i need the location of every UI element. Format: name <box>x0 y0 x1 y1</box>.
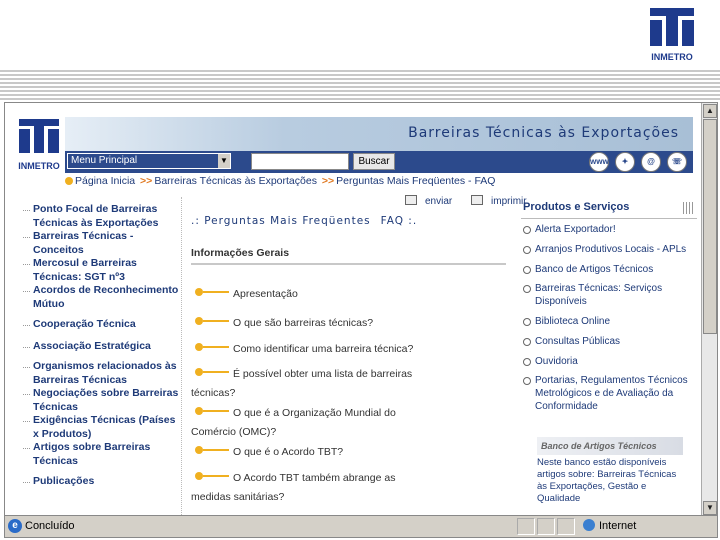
left-nav: Ponto Focal de Barreiras Técnicas às Exp… <box>23 203 183 489</box>
column-divider <box>181 197 182 516</box>
banner-title: Barreiras Técnicas às Exportações <box>408 125 679 141</box>
bullet-icon <box>195 407 231 415</box>
faq-item[interactable]: É possível obter uma lista de barreiras … <box>191 365 431 403</box>
bullet-icon <box>195 472 231 480</box>
faq-item[interactable]: Como identificar uma barreira técnica? <box>191 340 431 359</box>
products-item[interactable]: Consultas Públicas <box>521 335 697 348</box>
scroll-thumb[interactable] <box>703 119 717 334</box>
scroll-up-icon[interactable]: ▲ <box>703 104 717 118</box>
breadcrumb: Página Inicia >> Barreiras Técnicas às Ex… <box>65 175 495 187</box>
search-button[interactable]: Buscar <box>353 153 395 170</box>
faq-item[interactable]: Apresentação <box>191 285 431 304</box>
vertical-scrollbar[interactable]: ▲ ▼ <box>701 103 717 516</box>
site-logo[interactable]: INMETRO <box>15 117 63 173</box>
browser-window: INMETRO Barreiras Técnicas às Exportaçõe… <box>4 102 718 538</box>
breadcrumb-separator: >> <box>140 175 153 187</box>
status-pane <box>517 518 535 535</box>
breadcrumb-separator: >> <box>321 175 335 187</box>
scroll-down-icon[interactable]: ▼ <box>703 501 717 515</box>
breadcrumb-section[interactable]: Barreiras Técnicas às Exportações <box>154 175 317 187</box>
faq-item[interactable]: O Acordo TBT também abrange as medidas s… <box>191 469 431 507</box>
status-pane <box>557 518 575 535</box>
leftnav-item-acordos[interactable]: Acordos de Reconhecimento Mútuo <box>23 284 183 311</box>
status-text: Concluído <box>25 520 75 532</box>
slide-stripes <box>0 70 720 100</box>
bullet-icon <box>195 446 231 454</box>
leftnav-item-publicacoes[interactable]: Publicações <box>23 475 183 489</box>
products-heading-label: Produtos e Serviços <box>523 201 630 213</box>
web-page: INMETRO Barreiras Técnicas às Exportaçõe… <box>5 103 703 516</box>
breadcrumb-current: Perguntas Mais Freqüentes - FAQ <box>336 175 496 187</box>
section-heading: Informações Gerais <box>191 247 506 265</box>
printer-icon <box>471 195 484 205</box>
status-pane <box>537 518 555 535</box>
leftnav-item-negociacoes[interactable]: Negociações sobre Barreiras Técnicas <box>23 387 183 414</box>
leftnav-item-conceitos[interactable]: Barreiras Técnicas - Conceitos <box>23 230 183 257</box>
svg-text:INMETRO: INMETRO <box>651 52 693 62</box>
faq-item-label: Como identificar uma barreira técnica? <box>233 343 414 355</box>
faq-title: .: Perguntas Mais Freqüentes <box>191 215 371 227</box>
bank-articles-text: Neste banco estão disponíveis artigos so… <box>537 457 677 504</box>
bullet-icon <box>195 368 231 376</box>
products-panel: Produtos e Serviços Alerta Exportador! A… <box>521 199 697 413</box>
security-zone: Internet <box>583 519 636 532</box>
compass-icon[interactable]: ✦ <box>615 152 635 172</box>
send-link[interactable]: enviar <box>405 195 460 207</box>
leftnav-item-ponto-focal[interactable]: Ponto Focal de Barreiras Técnicas às Exp… <box>23 203 183 230</box>
faq-title-suffix: FAQ :. <box>380 215 418 227</box>
zone-label: Internet <box>599 520 637 532</box>
leftnav-item-exigencias[interactable]: Exigências Técnicas (Países x Produtos) <box>23 414 183 441</box>
envelope-icon <box>405 195 417 205</box>
send-label: enviar <box>425 196 453 207</box>
grid-icon <box>683 202 695 214</box>
products-item[interactable]: Arranjos Produtivos Locais - APLs <box>521 243 697 256</box>
faq-heading: .: Perguntas Mais Freqüentes FAQ :. <box>191 215 506 227</box>
leftnav-item-organismos[interactable]: Organismos relacionados às Barreiras Téc… <box>23 360 183 387</box>
products-heading: Produtos e Serviços <box>521 199 697 219</box>
phone-icon[interactable]: ☏ <box>667 152 687 172</box>
site-banner: Barreiras Técnicas às Exportações <box>65 117 693 151</box>
www-icon[interactable]: www <box>589 152 609 172</box>
home-dot-icon <box>65 177 73 185</box>
products-item[interactable]: Biblioteca Online <box>521 315 697 328</box>
products-item[interactable]: Portarias, Regulamentos Técnicos Metroló… <box>521 374 697 413</box>
breadcrumb-home[interactable]: Página Inicia <box>75 175 135 187</box>
faq-item[interactable]: O que são barreiras técnicas? <box>191 314 431 333</box>
products-item[interactable]: Banco de Artigos Técnicos <box>521 263 697 276</box>
bank-articles-title: Banco de Artigos Técnicos <box>541 441 657 451</box>
faq-item-label: O que é o Acordo TBT? <box>233 446 344 458</box>
products-item[interactable]: Barreiras Técnicas: Serviços Disponíveis <box>521 282 697 308</box>
slide-header <box>0 0 720 70</box>
faq-item-label: O que são barreiras técnicas? <box>233 317 374 329</box>
inmetro-logo: INMETRO <box>648 6 696 64</box>
bullet-icon <box>195 288 231 296</box>
main-menu-label: Menu Principal <box>71 155 138 166</box>
nav-bar: Menu Principal ▼ Buscar www ✦ @ ☏ <box>65 151 693 173</box>
faq-item[interactable]: O que é o Acordo TBT? <box>191 443 431 462</box>
products-item[interactable]: Alerta Exportador! <box>521 223 697 236</box>
at-icon[interactable]: @ <box>641 152 661 172</box>
faq-item-label: Apresentação <box>233 288 298 300</box>
products-item[interactable]: Ouvidoria <box>521 355 697 368</box>
globe-icon <box>583 519 595 531</box>
bullet-icon <box>195 343 231 351</box>
faq-item[interactable]: O que é a Organização Mundial do Comérci… <box>191 404 431 442</box>
page-icon: e <box>8 519 22 533</box>
chevron-down-icon[interactable]: ▼ <box>218 154 230 168</box>
status-bar: e Concluído Internet <box>5 515 717 537</box>
bank-articles-box[interactable]: Banco de Artigos Técnicos <box>537 437 683 455</box>
leftnav-item-mercosul[interactable]: Mercosul e Barreiras Técnicas: SGT nº3 <box>23 257 183 284</box>
leftnav-item-associacao[interactable]: Associação Estratégica <box>23 340 183 354</box>
leftnav-item-artigos[interactable]: Artigos sobre Barreiras Técnicas <box>23 441 183 468</box>
bullet-icon <box>195 317 231 325</box>
search-input[interactable] <box>251 153 349 170</box>
main-menu-select[interactable]: Menu Principal ▼ <box>67 153 231 169</box>
svg-text:INMETRO: INMETRO <box>18 161 60 171</box>
leftnav-item-cooperacao[interactable]: Cooperação Técnica <box>23 318 183 332</box>
